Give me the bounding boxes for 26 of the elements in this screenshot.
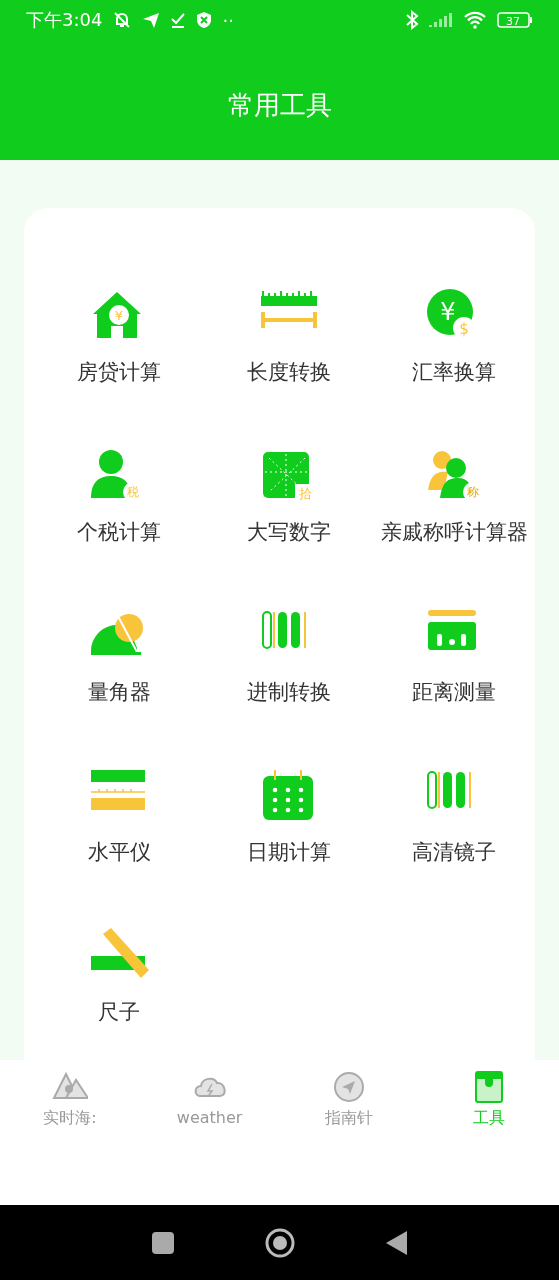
tool-label[interactable]: 日期计算	[247, 838, 331, 866]
tool-label[interactable]: 汇率换算	[412, 358, 496, 386]
tool-label[interactable]: 房贷计算	[77, 358, 161, 386]
tool-label[interactable]: 量角器	[87, 678, 151, 706]
bluetooth-icon	[405, 10, 419, 30]
more-indicator: ··	[222, 9, 234, 31]
home-icon[interactable]	[264, 1227, 295, 1258]
tool-label[interactable]: 个税计算	[77, 518, 161, 546]
send-icon	[142, 11, 161, 29]
tool-label[interactable]: 亲戚称呼计算器	[380, 518, 528, 546]
tool-label[interactable]: 距离测量	[412, 678, 496, 706]
status-time: 下午3:04	[26, 8, 103, 32]
check-icon	[170, 11, 187, 29]
tool-label[interactable]: 尺子	[98, 998, 140, 1026]
tool-label[interactable]: 长度转换	[247, 358, 331, 386]
square-icon[interactable]	[150, 1230, 175, 1255]
tool-label[interactable]: 大写数字	[247, 518, 331, 546]
wifi-icon	[463, 11, 487, 29]
battery-icon: 37	[497, 11, 533, 29]
signal-icon	[429, 11, 453, 29]
back-icon[interactable]	[384, 1229, 409, 1256]
shield-icon	[196, 11, 213, 29]
tool-label[interactable]: 高清镜子	[412, 838, 496, 866]
tool-label[interactable]: 进制转换	[247, 678, 331, 706]
page-title: 常用工具	[227, 88, 332, 122]
tool-label[interactable]: 水平仪	[87, 838, 151, 866]
